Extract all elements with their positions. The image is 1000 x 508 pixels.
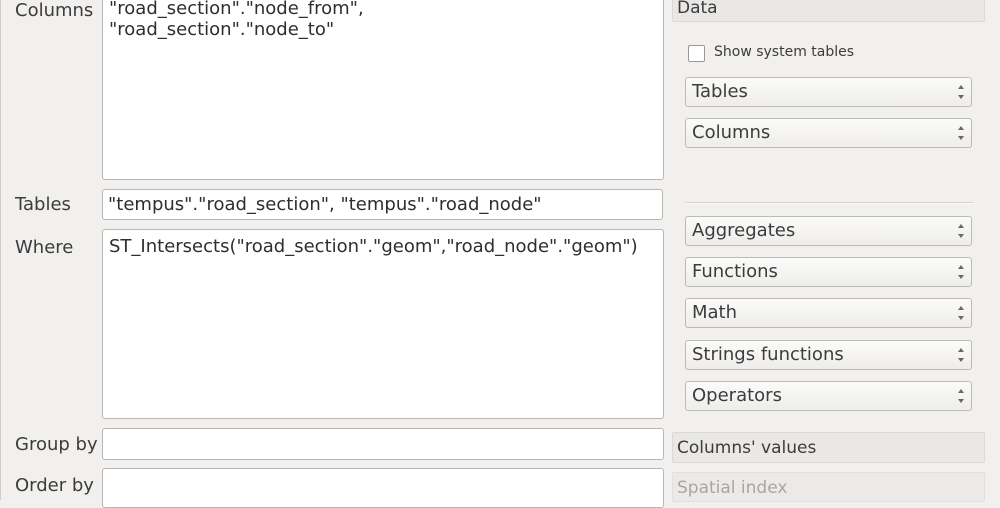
columns-textarea[interactable]: "road_section"."node_from", "road_sectio…: [102, 0, 664, 180]
tables-combo[interactable]: Tables: [685, 77, 972, 107]
panel-separator: [685, 202, 973, 204]
window-left-border: [0, 0, 1, 500]
columns-combo[interactable]: Columns: [685, 118, 972, 148]
columns-combo-label: Columns: [692, 122, 771, 143]
data-section-header[interactable]: Data: [672, 0, 985, 22]
show-system-tables-label[interactable]: Show system tables: [714, 44, 854, 60]
spin-arrows-icon: [958, 389, 964, 403]
group-by-input[interactable]: [102, 428, 664, 460]
tables-label: Tables: [15, 194, 71, 215]
aggregates-combo-label: Aggregates: [692, 220, 796, 241]
operators-combo[interactable]: Operators: [685, 381, 972, 411]
where-textarea[interactable]: ST_Intersects("road_section"."geom","roa…: [102, 229, 664, 419]
spatial-index-section-header: Spatial index: [672, 472, 985, 502]
spin-arrows-icon: [958, 306, 964, 320]
spin-arrows-icon: [958, 265, 964, 279]
spin-arrows-icon: [958, 126, 964, 140]
spin-arrows-icon: [958, 224, 964, 238]
operators-combo-label: Operators: [692, 385, 782, 406]
order-by-label: Order by: [15, 475, 94, 496]
math-combo[interactable]: Math: [685, 298, 972, 328]
spin-arrows-icon: [958, 348, 964, 362]
columns-line: "road_section"."node_from",: [109, 0, 364, 19]
columns-values-section-header[interactable]: Columns' values: [672, 432, 985, 463]
where-text: ST_Intersects("road_section"."geom","roa…: [109, 236, 638, 257]
functions-combo-label: Functions: [692, 261, 778, 282]
order-by-input[interactable]: [102, 468, 664, 508]
where-label: Where: [15, 237, 74, 258]
tables-combo-label: Tables: [692, 81, 748, 102]
tables-input[interactable]: "tempus"."road_section", "tempus"."road_…: [102, 189, 663, 220]
spin-arrows-icon: [958, 85, 964, 99]
group-by-label: Group by: [15, 434, 98, 455]
math-combo-label: Math: [692, 302, 738, 323]
aggregates-combo[interactable]: Aggregates: [685, 216, 972, 246]
strings-functions-combo[interactable]: Strings functions: [685, 340, 972, 370]
show-system-tables-checkbox[interactable]: [688, 45, 705, 62]
strings-functions-combo-label: Strings functions: [692, 344, 844, 365]
columns-label: Columns: [15, 0, 94, 21]
functions-combo[interactable]: Functions: [685, 257, 972, 287]
columns-line: "road_section"."node_to": [109, 19, 335, 40]
